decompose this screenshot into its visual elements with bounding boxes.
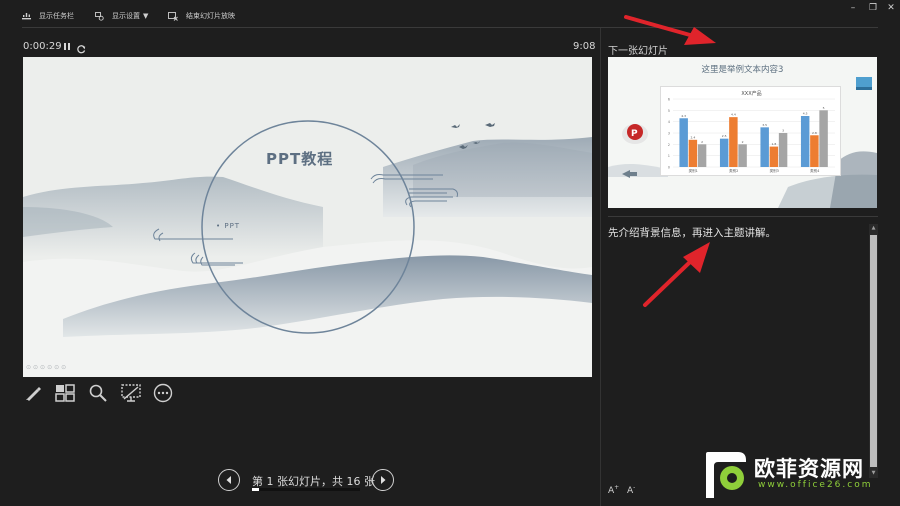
chevron-right-icon xyxy=(381,476,386,484)
bar-value-label: 2 xyxy=(742,140,744,144)
next-slide-title: 这里是举例文本内容3 xyxy=(701,65,784,75)
bar-value-label: 2 xyxy=(701,140,703,144)
end-slideshow-icon xyxy=(168,11,178,21)
minimize-button[interactable]: – xyxy=(844,2,862,14)
watermark-url: www.office26.com xyxy=(758,480,873,490)
next-slide-heading: 下一张幻灯片 xyxy=(608,46,668,57)
current-slide[interactable]: PPT教程 • PPT ⊙⊙⊙⊙⊙⊙ xyxy=(23,57,592,377)
y-tick-label: 2 xyxy=(668,143,670,147)
pen-icon[interactable] xyxy=(22,382,44,404)
zoom-icon[interactable] xyxy=(87,382,109,404)
slide-corner-controls[interactable]: ⊙⊙⊙⊙⊙⊙ xyxy=(26,364,68,371)
x-tick-label: 类别3 xyxy=(770,168,779,173)
notes-scrollbar[interactable]: ▲ ▼ xyxy=(869,224,878,478)
bar-value-label: 4.3 xyxy=(681,114,686,118)
pane-divider[interactable] xyxy=(600,28,601,506)
chart-bar xyxy=(697,144,707,167)
bar-value-label: 3 xyxy=(782,129,784,133)
watermark-text: 欧菲资源网 xyxy=(754,457,864,481)
chart-bar xyxy=(688,139,698,167)
show-taskbar-label: 显示任务栏 xyxy=(39,12,74,20)
bar-value-label: 2.5 xyxy=(722,134,727,138)
notes-divider xyxy=(608,216,878,217)
next-slide-preview[interactable]: P 这里是举例文本内容3 XXX产品 0 1 2 3 4 5 6 4.3 2.4 2 类别1 2.5 4… xyxy=(608,57,877,208)
close-button[interactable]: ✕ xyxy=(882,2,900,14)
chart-bar xyxy=(729,117,738,167)
bar-value-label: 4.4 xyxy=(731,113,736,117)
more-options-icon[interactable] xyxy=(152,382,174,404)
chart-bar xyxy=(778,133,788,167)
pause-icon[interactable] xyxy=(62,41,72,52)
chart-bar xyxy=(719,138,729,167)
bar-value-label: 4.5 xyxy=(803,112,808,116)
svg-text:P: P xyxy=(631,129,638,139)
elapsed-timer: 0:00:29 xyxy=(23,41,62,52)
reset-timer-icon[interactable] xyxy=(76,40,87,54)
toolbar-divider xyxy=(22,27,878,28)
x-tick-label: 类别2 xyxy=(729,168,738,173)
chart-bar xyxy=(810,135,819,167)
ink-landscape-art xyxy=(23,120,592,377)
black-screen-icon[interactable] xyxy=(120,382,142,404)
speaker-notes[interactable]: 先介绍背景信息，再进入主题讲解。 xyxy=(608,226,866,240)
scroll-up-icon[interactable]: ▲ xyxy=(869,224,878,233)
show-taskbar-button[interactable]: 显示任务栏 xyxy=(22,9,74,23)
y-tick-label: 4 xyxy=(668,120,671,124)
slide-progress-bar xyxy=(252,488,360,491)
next-slide-chart: XXX产品 0 1 2 3 4 5 6 4.3 2.4 2 类别1 2.5 4.4 2 类别2 3.5 1.8 3… xyxy=(660,86,841,176)
y-tick-label: 1 xyxy=(668,154,670,158)
display-settings-icon xyxy=(95,11,104,21)
bar-value-label: 1.8 xyxy=(771,142,776,146)
bar-value-label: 2.4 xyxy=(690,135,695,139)
display-settings-button[interactable]: 显示设置 ▼ xyxy=(95,9,148,23)
bar-value-label: 2.8 xyxy=(812,131,817,135)
taskbar-icon xyxy=(22,13,31,20)
presenter-toolbar: 显示任务栏 显示设置 ▼ 结束幻灯片放映 – ❐ ✕ xyxy=(0,0,900,28)
y-tick-label: 6 xyxy=(668,98,670,102)
y-tick-label: 3 xyxy=(668,132,670,136)
bar-value-label: 5 xyxy=(823,106,825,110)
chart-bar xyxy=(679,118,688,167)
display-settings-label: 显示设置 xyxy=(112,12,140,20)
slide-title: PPT教程 xyxy=(266,150,334,168)
decrease-font-button[interactable]: A- xyxy=(627,484,635,496)
chart-bar xyxy=(819,110,828,167)
bar-value-label: 3.5 xyxy=(762,123,767,127)
scroll-thumb[interactable] xyxy=(870,235,877,467)
end-slideshow-label: 结束幻灯片放映 xyxy=(186,12,235,20)
arrow-to-notes xyxy=(643,242,710,307)
next-slide-button[interactable] xyxy=(372,469,394,491)
y-tick-label: 0 xyxy=(668,166,670,170)
chevron-down-icon: ▼ xyxy=(143,12,149,20)
x-tick-label: 类别1 xyxy=(689,168,698,173)
chart-bar xyxy=(800,116,810,167)
all-slides-icon[interactable] xyxy=(54,382,76,404)
previous-slide-button[interactable] xyxy=(218,469,240,491)
chart-bar xyxy=(760,127,769,167)
current-time: 9:08 xyxy=(573,41,596,52)
chevron-left-icon xyxy=(226,476,231,484)
chart-bar xyxy=(769,146,779,167)
slide-subtitle: • PPT xyxy=(216,222,241,230)
restore-button[interactable]: ❐ xyxy=(864,2,882,14)
slide-progress-fill xyxy=(252,488,259,491)
chart-bar xyxy=(738,144,747,167)
x-tick-label: 类别4 xyxy=(810,168,820,173)
increase-font-button[interactable]: A+ xyxy=(608,484,619,496)
y-tick-label: 5 xyxy=(668,109,670,113)
slide-counter[interactable]: 第 1 张幻灯片，共 16 张 xyxy=(252,473,375,489)
end-slideshow-button[interactable]: 结束幻灯片放映 xyxy=(168,9,235,23)
bar-chart: 0 1 2 3 4 5 6 4.3 2.4 2 类别1 2.5 4.4 2 类别2 3.5 1.8 3 类别3 4.5… xyxy=(668,98,835,173)
